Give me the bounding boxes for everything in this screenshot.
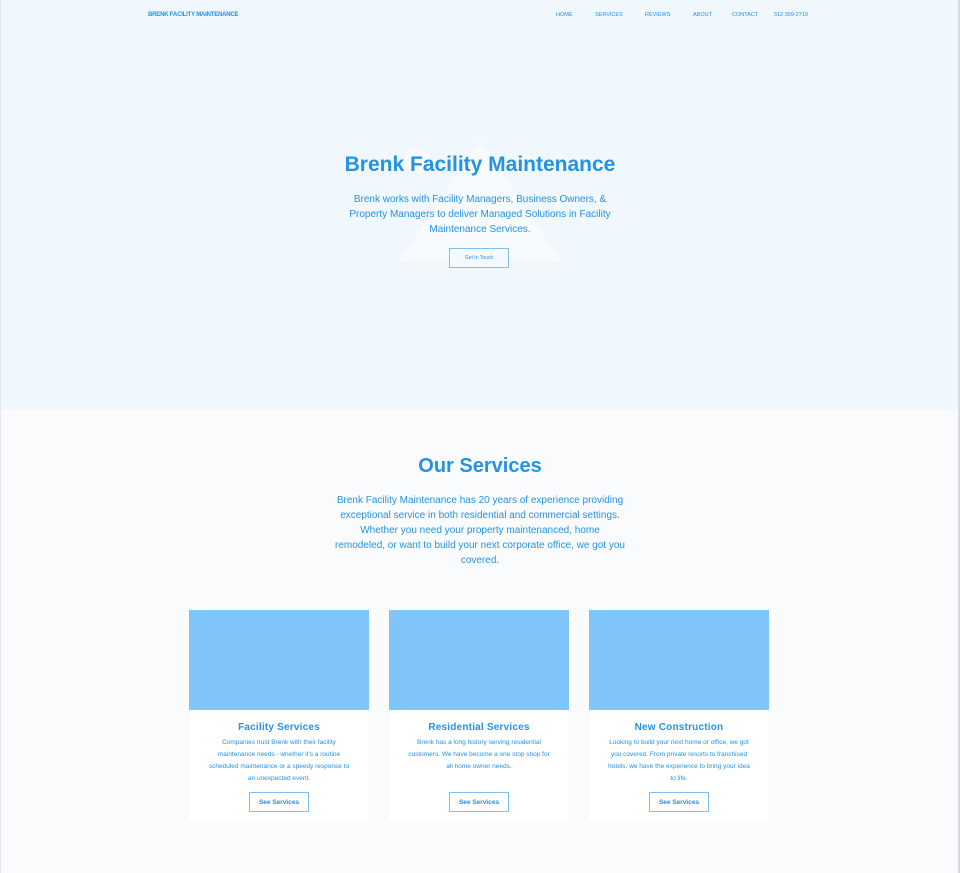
see-services-button[interactable]: See Services <box>449 792 509 812</box>
service-card-image <box>389 610 569 710</box>
service-card-construction: New Construction Looking to build your n… <box>589 610 769 820</box>
nav-contact[interactable]: CONTACT <box>732 12 758 18</box>
get-in-touch-button[interactable]: Get In Touch <box>449 248 509 268</box>
service-card-title: Facility Services <box>238 722 320 733</box>
nav-phone[interactable]: 512 309-2719 <box>774 12 808 18</box>
see-services-button[interactable]: See Services <box>649 792 709 812</box>
service-card-residential: Residential Services Brenk has a long hi… <box>389 610 569 820</box>
service-card-image <box>189 610 369 710</box>
service-card-text: Looking to build your next home or offic… <box>608 739 750 782</box>
see-services-button[interactable]: See Services <box>249 792 309 812</box>
service-card-text: Companies trust Brenk with their facilit… <box>208 739 350 782</box>
nav-about[interactable]: ABOUT <box>693 12 712 18</box>
service-card-text: Brenk has a long history serving residen… <box>408 739 550 770</box>
services-description: Brenk Facility Maintenance has 20 years … <box>335 495 625 566</box>
top-nav: HOME SERVICES REVIEWS ABOUT CONTACT 512 … <box>0 12 960 22</box>
service-card-title: New Construction <box>634 722 724 733</box>
nav-home[interactable]: HOME <box>556 12 573 18</box>
services-title: Our Services <box>418 455 542 477</box>
nav-reviews[interactable]: REVIEWS <box>645 12 670 18</box>
nav-services[interactable]: SERVICES <box>595 12 623 18</box>
hero-title: Brenk Facility Maintenance <box>344 153 616 176</box>
service-card-title: Residential Services <box>428 722 530 733</box>
hero-subtitle: Brenk works with Facility Managers, Busi… <box>349 194 611 235</box>
service-card-facility: Facility Services Companies trust Brenk … <box>189 610 369 820</box>
service-card-image <box>589 610 769 710</box>
